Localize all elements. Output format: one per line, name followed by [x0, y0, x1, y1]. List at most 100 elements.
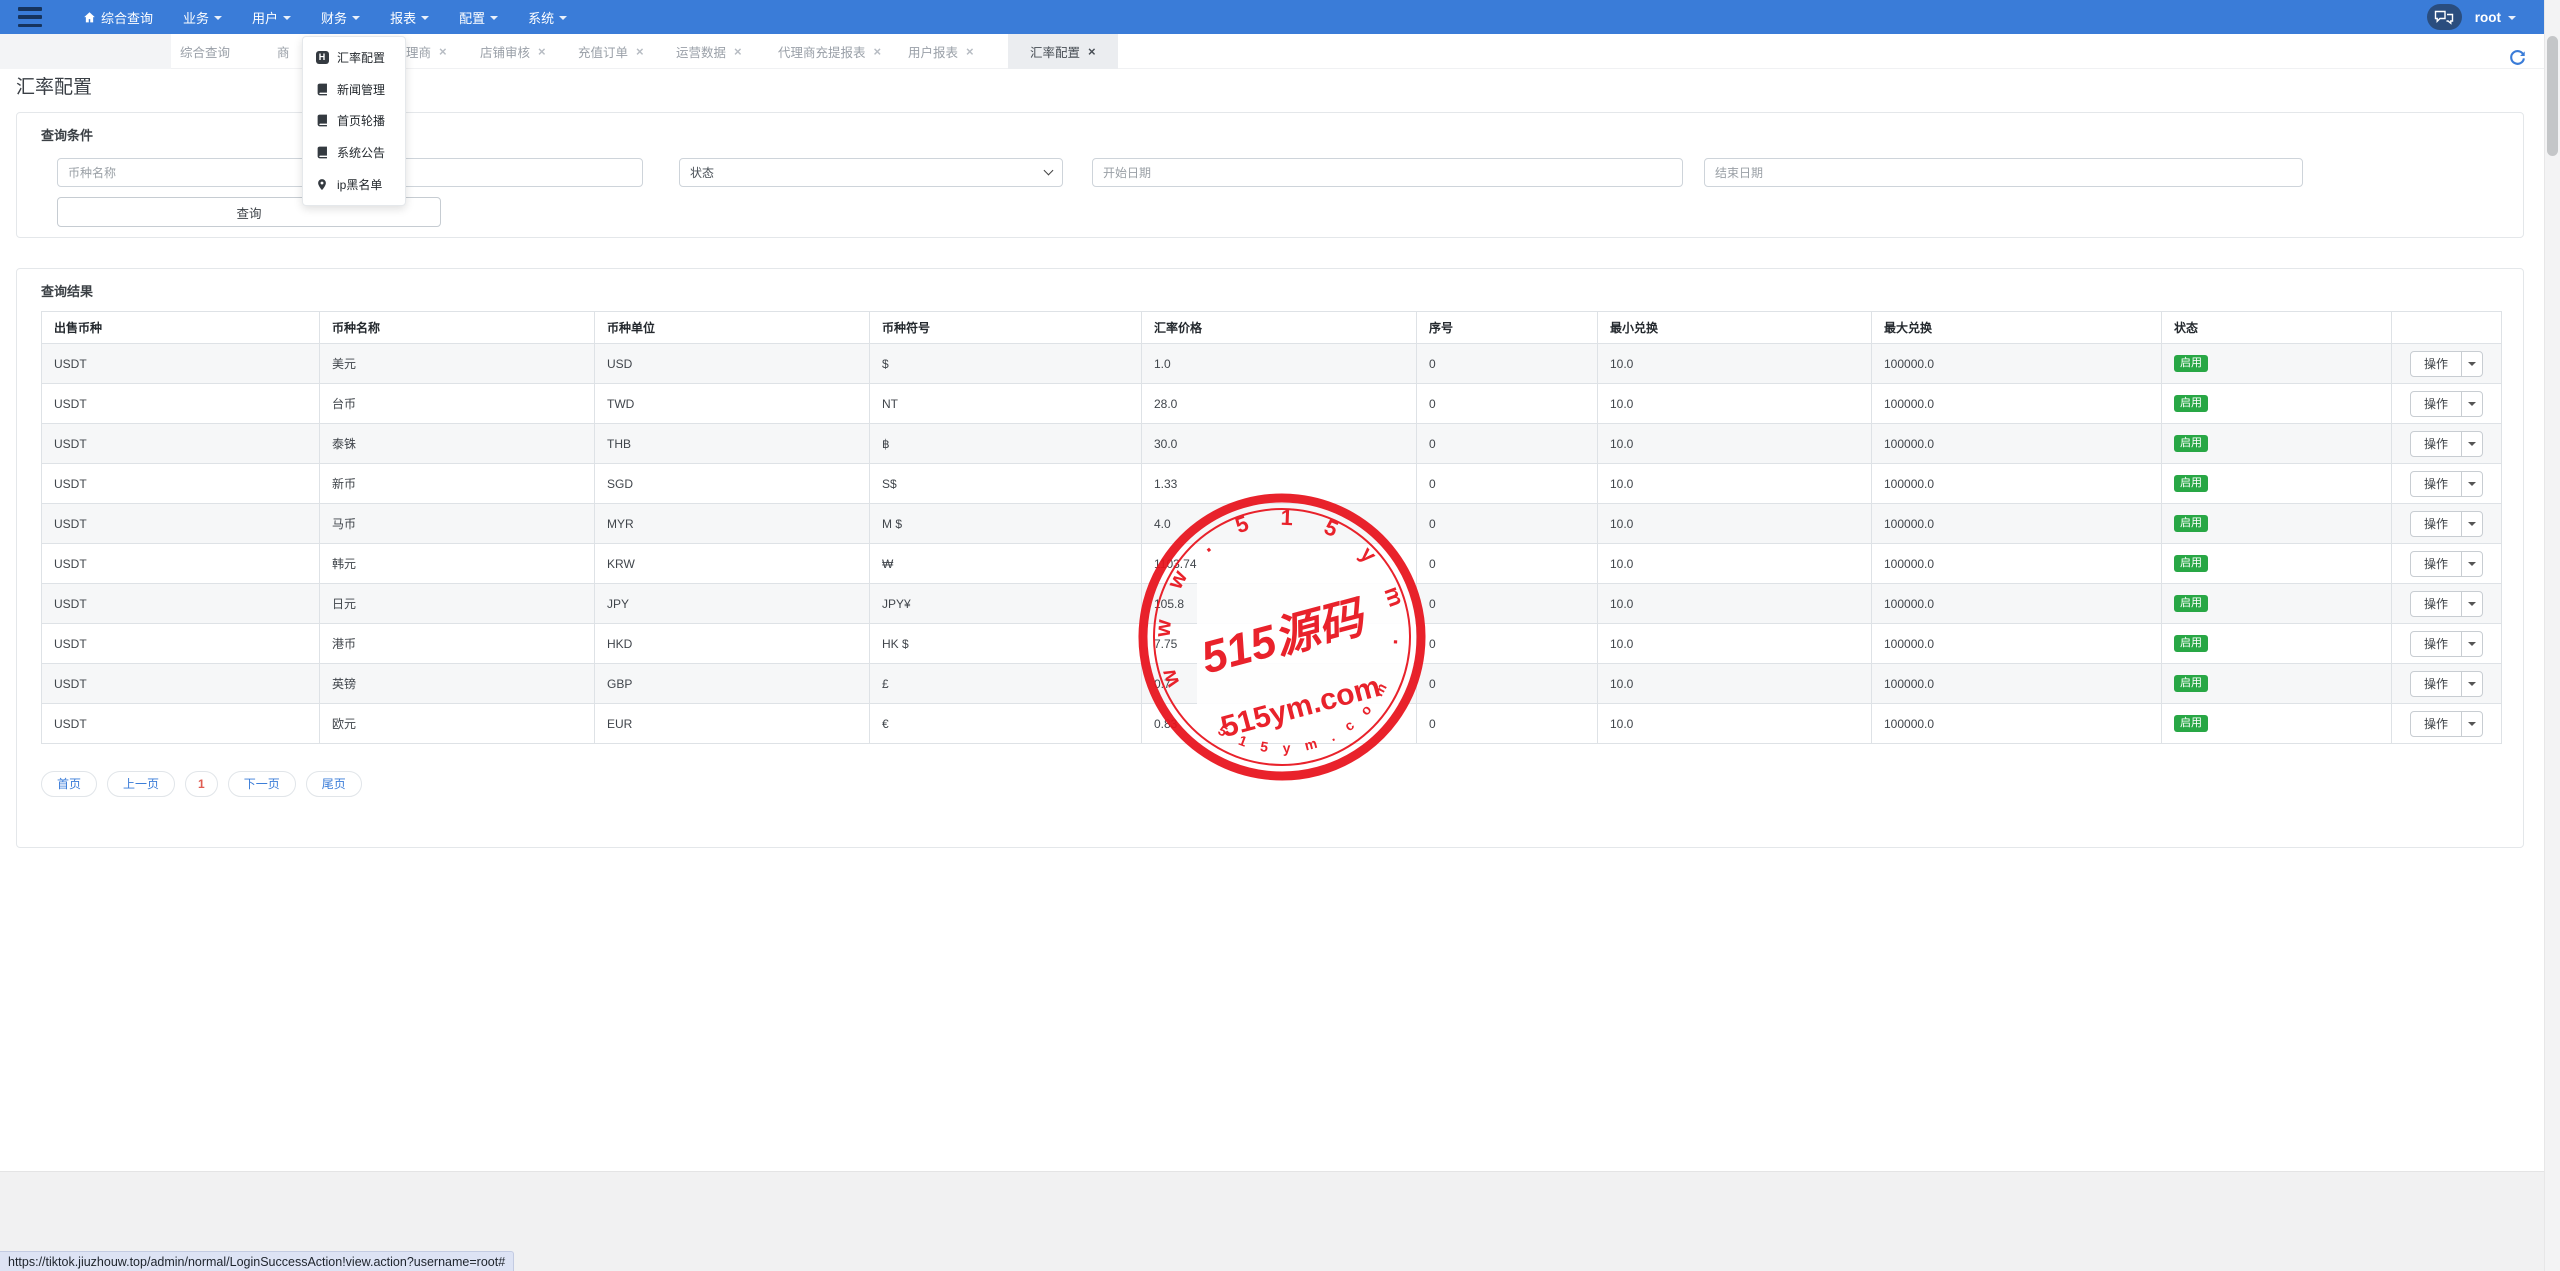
row-action-button[interactable]: 操作	[2410, 631, 2483, 657]
row-action-label: 操作	[2411, 512, 2462, 536]
cell-seq: 0	[1417, 544, 1598, 584]
cell-actions: 操作	[2392, 504, 2502, 544]
tab-close-icon[interactable]: ×	[636, 45, 644, 58]
scrollbar[interactable]	[2544, 0, 2560, 1271]
row-action-dropdown-caret[interactable]	[2462, 432, 2482, 456]
row-action-button[interactable]: 操作	[2410, 591, 2483, 617]
cell-rate: 0.7	[1142, 664, 1417, 704]
cell-min: 10.0	[1598, 584, 1872, 624]
cell-actions: 操作	[2392, 664, 2502, 704]
tab-用户报表[interactable]: 用户报表×	[908, 34, 974, 69]
row-action-button[interactable]: 操作	[2410, 711, 2483, 737]
cell-name: 新币	[320, 464, 595, 504]
cell-actions: 操作	[2392, 624, 2502, 664]
cell-sell_currency: USDT	[42, 464, 320, 504]
status-badge: 启用	[2174, 715, 2208, 732]
nav-item-综合查询[interactable]: 综合查询	[83, 8, 153, 27]
tab-充值订单[interactable]: 充值订单×	[578, 34, 644, 69]
cell-status: 启用	[2162, 704, 2392, 744]
end-date-input[interactable]	[1704, 158, 2303, 187]
cell-unit: KRW	[595, 544, 870, 584]
pagination-next[interactable]: 下一页	[228, 771, 296, 797]
nav-item-财务[interactable]: 财务	[321, 8, 360, 27]
cell-name: 英镑	[320, 664, 595, 704]
row-action-button[interactable]: 操作	[2410, 671, 2483, 697]
tab-汇率配置[interactable]: 汇率配置×	[1008, 34, 1118, 69]
cell-seq: 0	[1417, 424, 1598, 464]
menu-item-首页轮播[interactable]: 首页轮播	[303, 105, 405, 137]
table-row: USDT新币SGDS$1.33010.0100000.0启用操作	[42, 464, 2502, 504]
cell-sell_currency: USDT	[42, 424, 320, 464]
pagination-current-page[interactable]: 1	[185, 771, 218, 797]
tab-店铺审核[interactable]: 店铺审核×	[480, 34, 546, 69]
pagination-prev[interactable]: 上一页	[107, 771, 175, 797]
tab-代理商充提报表[interactable]: 代理商充提报表×	[778, 34, 881, 69]
nav-item-配置[interactable]: 配置	[459, 8, 498, 27]
cell-actions: 操作	[2392, 344, 2502, 384]
start-date-input[interactable]	[1092, 158, 1683, 187]
row-action-label: 操作	[2411, 552, 2462, 576]
row-action-button[interactable]: 操作	[2410, 471, 2483, 497]
nav-item-业务[interactable]: 业务	[183, 8, 222, 27]
pagination-last[interactable]: 尾页	[306, 771, 362, 797]
config-dropdown-menu: H汇率配置新闻管理首页轮播系统公告ip黑名单	[302, 36, 406, 206]
nav-item-用户[interactable]: 用户	[252, 8, 291, 27]
cell-status: 启用	[2162, 464, 2392, 504]
pagination-first[interactable]: 首页	[41, 771, 97, 797]
menu-item-新闻管理[interactable]: 新闻管理	[303, 74, 405, 106]
row-action-dropdown-caret[interactable]	[2462, 632, 2482, 656]
tab-运营数据[interactable]: 运营数据×	[676, 34, 742, 69]
row-action-dropdown-caret[interactable]	[2462, 512, 2482, 536]
tab-close-icon[interactable]: ×	[439, 45, 447, 58]
nav-item-报表[interactable]: 报表	[390, 8, 429, 27]
row-action-button[interactable]: 操作	[2410, 511, 2483, 537]
tab-理商[interactable]: 理商×	[406, 34, 447, 69]
row-action-dropdown-caret[interactable]	[2462, 712, 2482, 736]
menu-item-系统公告[interactable]: 系统公告	[303, 137, 405, 169]
tab-close-icon[interactable]: ×	[966, 45, 974, 58]
row-action-button[interactable]: 操作	[2410, 551, 2483, 577]
tab-close-icon[interactable]: ×	[538, 45, 546, 58]
tab-close-icon[interactable]: ×	[734, 45, 742, 58]
tab-label: 综合查询	[180, 42, 230, 61]
tab-close-icon[interactable]: ×	[1088, 45, 1096, 58]
cell-rate: 1.33	[1142, 464, 1417, 504]
row-action-dropdown-caret[interactable]	[2462, 392, 2482, 416]
column-header: 汇率价格	[1142, 312, 1417, 344]
chevron-down-icon	[2468, 642, 2476, 646]
menu-item-汇率配置[interactable]: H汇率配置	[303, 42, 405, 74]
cell-actions: 操作	[2392, 584, 2502, 624]
cell-status: 启用	[2162, 384, 2392, 424]
row-action-dropdown-caret[interactable]	[2462, 472, 2482, 496]
row-action-dropdown-caret[interactable]	[2462, 672, 2482, 696]
tab-商[interactable]: 商	[277, 34, 290, 69]
status-select[interactable]: 状态	[679, 158, 1063, 187]
tab-close-icon[interactable]: ×	[874, 45, 882, 58]
row-action-button[interactable]: 操作	[2410, 391, 2483, 417]
user-menu[interactable]: root	[2475, 10, 2516, 25]
tab-综合查询[interactable]: 综合查询	[180, 34, 230, 69]
nav-item-系统[interactable]: 系统	[528, 8, 567, 27]
cell-seq: 0	[1417, 664, 1598, 704]
book-icon	[315, 146, 329, 159]
status-badge: 启用	[2174, 395, 2208, 412]
row-action-dropdown-caret[interactable]	[2462, 352, 2482, 376]
row-action-dropdown-caret[interactable]	[2462, 592, 2482, 616]
pagination: 首页上一页 1 下一页尾页	[41, 771, 362, 797]
page-title: 汇率配置	[16, 72, 92, 99]
chevron-down-icon	[2468, 442, 2476, 446]
hamburger-menu-icon[interactable]	[18, 7, 42, 27]
row-action-button[interactable]: 操作	[2410, 431, 2483, 457]
cell-name: 欧元	[320, 704, 595, 744]
refresh-icon[interactable]	[2509, 49, 2526, 66]
chevron-down-icon	[2468, 562, 2476, 566]
row-action-dropdown-caret[interactable]	[2462, 552, 2482, 576]
map-marker-icon	[315, 178, 329, 191]
row-action-label: 操作	[2411, 392, 2462, 416]
chat-button[interactable]	[2427, 4, 2462, 30]
row-action-button[interactable]: 操作	[2410, 351, 2483, 377]
scrollbar-thumb[interactable]	[2547, 36, 2558, 156]
cell-max: 100000.0	[1872, 464, 2162, 504]
menu-item-ip黑名单[interactable]: ip黑名单	[303, 168, 405, 200]
cell-max: 100000.0	[1872, 624, 2162, 664]
